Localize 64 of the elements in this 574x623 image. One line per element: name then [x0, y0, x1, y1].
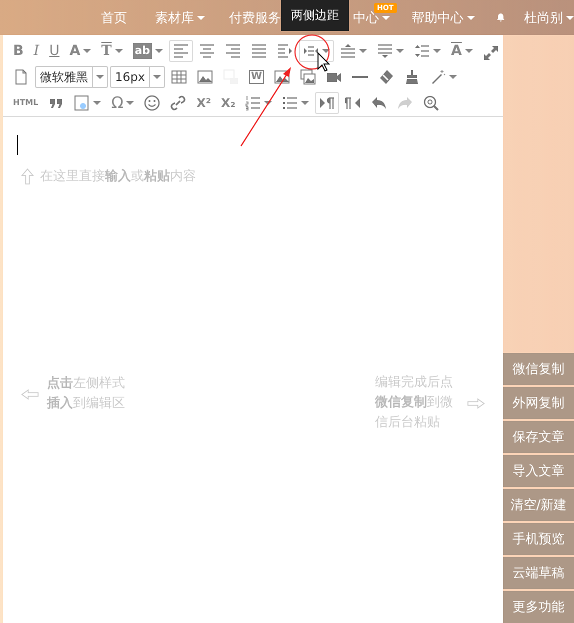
bold-button[interactable]: B — [9, 40, 28, 62]
ordered-list-icon — [245, 95, 262, 111]
link-icon — [170, 95, 186, 111]
sidebar-button[interactable]: 保存文章 — [503, 421, 574, 453]
font-style-button[interactable]: T — [97, 40, 127, 62]
undo-icon — [371, 95, 388, 111]
superscript-button[interactable]: X² — [192, 92, 215, 114]
ltr-button[interactable] — [315, 92, 340, 114]
mouse-cursor-icon — [318, 52, 330, 72]
justify-icon — [251, 43, 268, 59]
bell-icon[interactable] — [496, 11, 505, 24]
left-arrow-icon — [21, 388, 39, 400]
dropdown-select[interactable]: 微软雅黑 — [35, 66, 108, 88]
search-icon — [423, 95, 440, 111]
indent-icon — [277, 43, 294, 59]
brush-icon — [404, 69, 420, 85]
align-center-icon — [199, 43, 216, 59]
space-above-icon — [340, 43, 356, 59]
italic-button[interactable]: I — [30, 40, 44, 62]
subscript-button[interactable]: X₂ — [216, 92, 240, 114]
highlight-circle — [294, 34, 330, 70]
highlight-button[interactable]: ab — [128, 40, 168, 62]
sidebar-button[interactable]: 外网复制 — [503, 387, 574, 419]
right-arrow-icon — [467, 398, 485, 408]
table-icon — [171, 69, 187, 85]
sidebar-button[interactable]: 导入文章 — [503, 455, 574, 487]
align-left-icon — [173, 43, 190, 59]
user-menu[interactable]: 杜尚别 — [524, 8, 574, 26]
sidebar-button[interactable]: 更多功能 — [503, 591, 574, 623]
redo-icon — [397, 95, 414, 111]
underline-button[interactable]: U — [45, 40, 64, 62]
font-color-button[interactable]: A — [65, 40, 96, 62]
fullscreen-icon — [482, 45, 499, 61]
letter-spacing-button[interactable]: A — [447, 40, 477, 62]
background-icon — [74, 95, 90, 111]
sidebar-button[interactable]: 清空/新建 — [503, 489, 574, 521]
dropdown-select[interactable]: 16px — [110, 66, 165, 88]
html-button[interactable]: HTML — [9, 92, 42, 114]
image-icon — [197, 69, 213, 85]
image-icon — [274, 69, 290, 85]
ltr-icon — [319, 95, 336, 111]
sidebar-button[interactable]: 微信复制 — [503, 353, 574, 385]
align-left-button[interactable] — [169, 40, 194, 62]
line-height-icon — [414, 43, 430, 59]
tooltip: 两侧边距 — [281, 0, 349, 31]
align-right-icon — [225, 43, 242, 59]
multi-image-icon — [300, 69, 316, 85]
symbol-button[interactable]: Ω — [107, 92, 138, 114]
text-cursor — [17, 135, 18, 155]
nav-link[interactable]: 付费服务 — [229, 8, 281, 26]
bullet-list-icon — [282, 95, 298, 111]
nav-link[interactable]: 帮助中心 — [412, 8, 475, 26]
page-icon — [13, 69, 29, 85]
eraser-icon — [378, 69, 394, 85]
space-below-icon — [377, 43, 394, 59]
sidebar-button[interactable]: 手机预览 — [503, 523, 574, 555]
sidebar-button[interactable]: 云端草稿 — [503, 557, 574, 589]
up-arrow-icon — [21, 168, 34, 184]
wand-icon — [430, 69, 446, 85]
nav-link[interactable]: 素材库 — [155, 8, 205, 26]
emoji-icon — [144, 95, 160, 111]
nav-link[interactable]: 首页 — [101, 8, 127, 26]
word-button[interactable]: W — [245, 66, 268, 88]
rtl-icon — [345, 95, 362, 111]
